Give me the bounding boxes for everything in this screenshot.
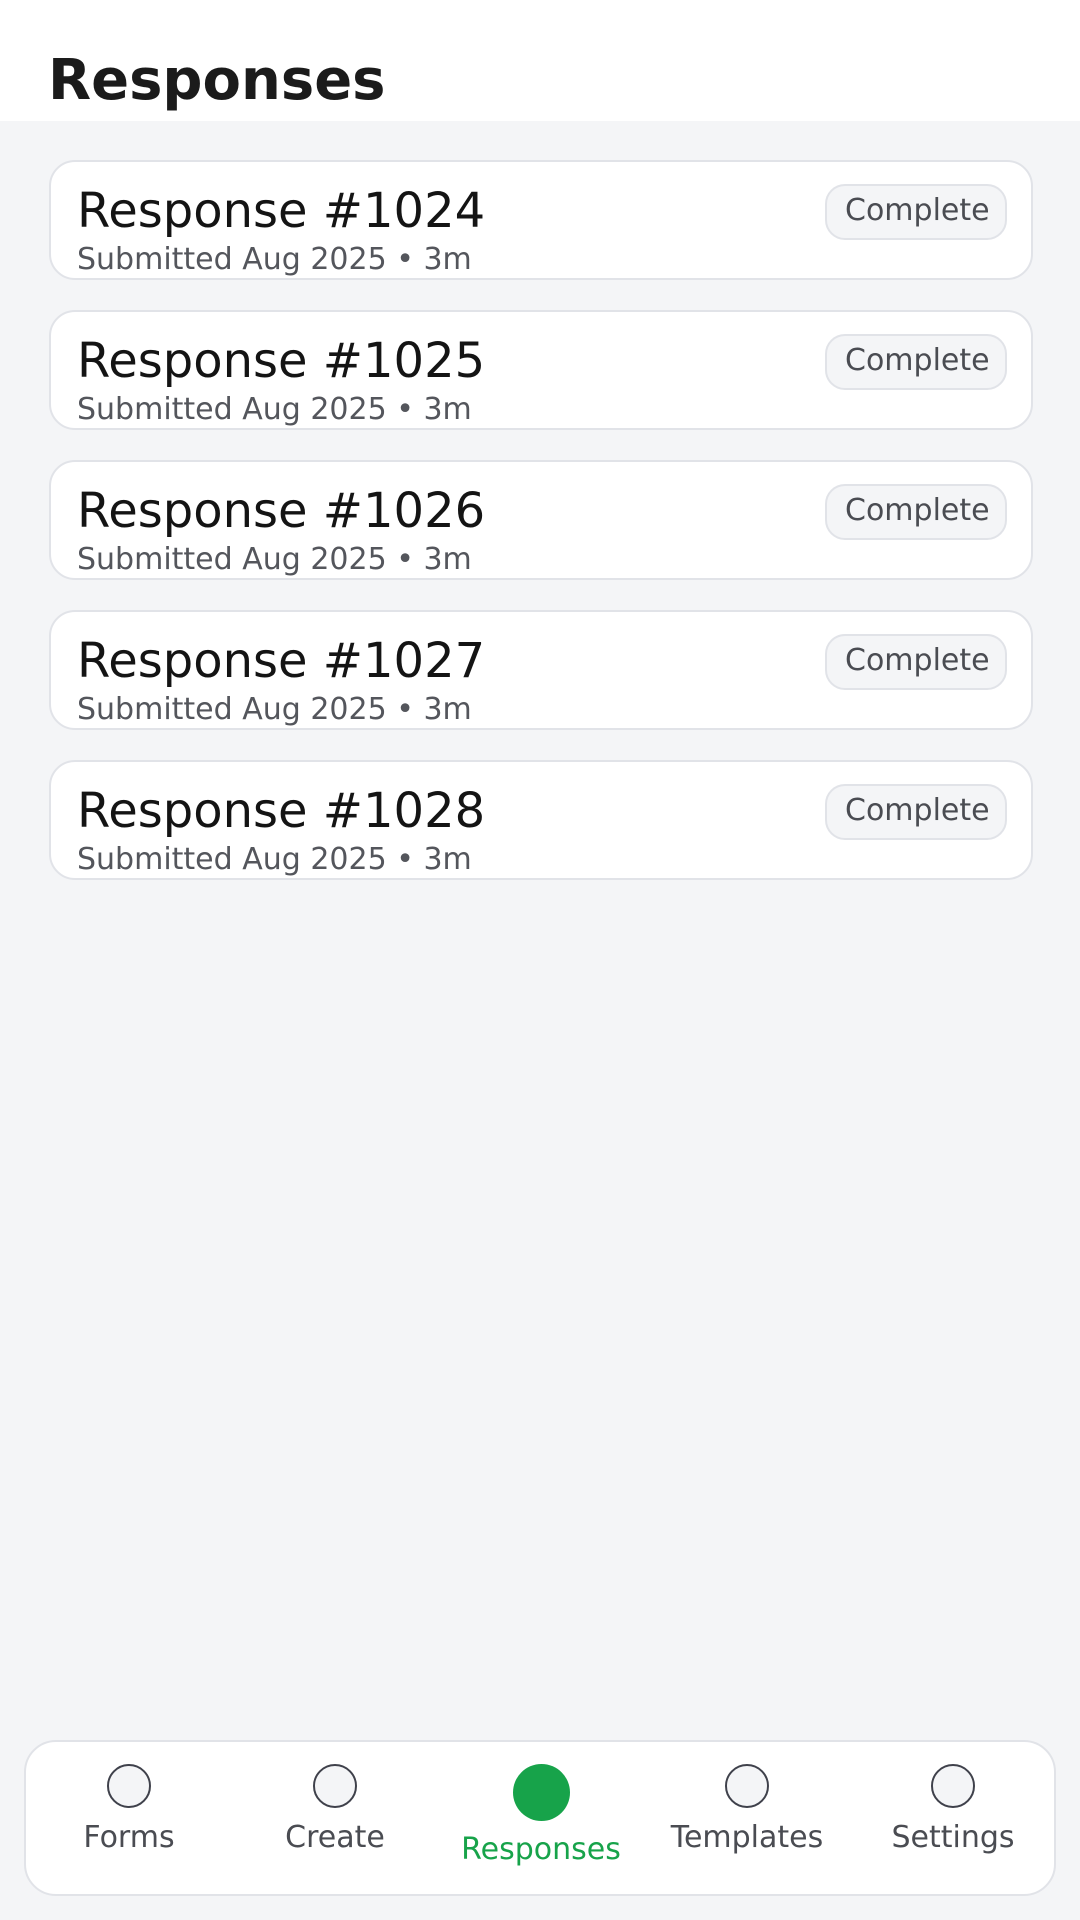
- response-card[interactable]: Response #1026 Submitted Aug 2025 • 3m C…: [49, 460, 1033, 580]
- status-badge: Complete: [825, 634, 1007, 690]
- response-list: Response #1024 Submitted Aug 2025 • 3m C…: [49, 160, 1033, 910]
- response-title: Response #1027: [77, 633, 486, 689]
- tab-forms[interactable]: Forms: [26, 1742, 232, 1894]
- circle-outline-icon: [313, 1764, 357, 1808]
- response-card[interactable]: Response #1024 Submitted Aug 2025 • 3m C…: [49, 160, 1033, 280]
- status-badge: Complete: [825, 334, 1007, 390]
- tab-label: Forms: [83, 1820, 175, 1855]
- tab-settings[interactable]: Settings: [850, 1742, 1056, 1894]
- response-title: Response #1026: [77, 483, 486, 539]
- circle-filled-icon: [513, 1764, 570, 1821]
- response-title: Response #1024: [77, 183, 486, 239]
- tab-responses[interactable]: Responses: [438, 1742, 644, 1894]
- tab-templates[interactable]: Templates: [644, 1742, 850, 1894]
- bottom-tab-bar: Forms Create Responses Templates Setting…: [24, 1740, 1056, 1896]
- circle-outline-icon: [107, 1764, 151, 1808]
- tab-label: Responses: [461, 1832, 621, 1867]
- status-badge: Complete: [825, 484, 1007, 540]
- response-card[interactable]: Response #1027 Submitted Aug 2025 • 3m C…: [49, 610, 1033, 730]
- tab-label: Settings: [891, 1820, 1015, 1855]
- tab-label: Create: [285, 1820, 385, 1855]
- page-title: Responses: [48, 48, 386, 113]
- response-title: Response #1025: [77, 333, 486, 389]
- response-subtitle: Submitted Aug 2025 • 3m: [77, 842, 472, 877]
- response-subtitle: Submitted Aug 2025 • 3m: [77, 242, 472, 277]
- response-subtitle: Submitted Aug 2025 • 3m: [77, 542, 472, 577]
- response-subtitle: Submitted Aug 2025 • 3m: [77, 392, 472, 427]
- status-badge: Complete: [825, 184, 1007, 240]
- circle-outline-icon: [931, 1764, 975, 1808]
- tab-label: Templates: [670, 1820, 824, 1855]
- tab-create[interactable]: Create: [232, 1742, 438, 1894]
- circle-outline-icon: [725, 1764, 769, 1808]
- response-title: Response #1028: [77, 783, 486, 839]
- response-subtitle: Submitted Aug 2025 • 3m: [77, 692, 472, 727]
- status-badge: Complete: [825, 784, 1007, 840]
- header: Responses: [0, 0, 1080, 121]
- response-card[interactable]: Response #1028 Submitted Aug 2025 • 3m C…: [49, 760, 1033, 880]
- response-card[interactable]: Response #1025 Submitted Aug 2025 • 3m C…: [49, 310, 1033, 430]
